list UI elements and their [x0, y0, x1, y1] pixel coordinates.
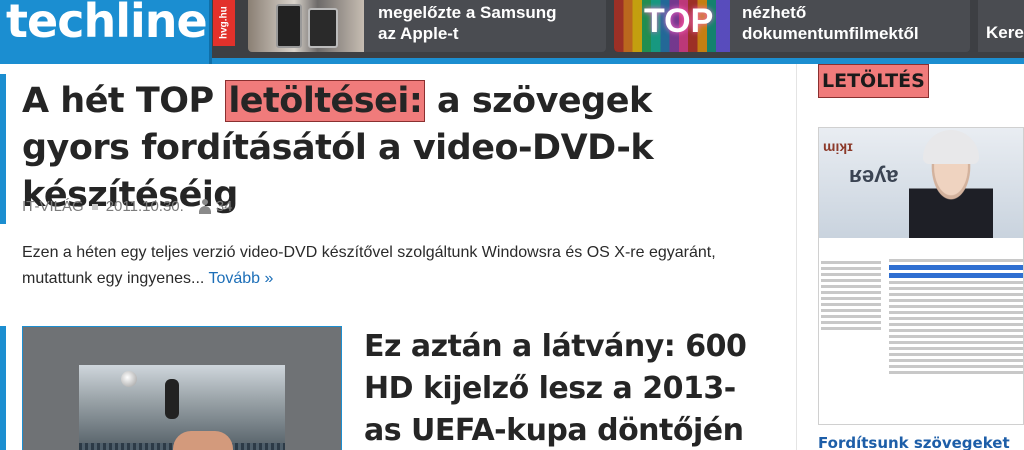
article-title-2[interactable]: Ez aztán a látvány: 600 HD kijelző lesz … [364, 326, 764, 450]
thumb-top-text: TOP [644, 2, 714, 40]
top-news-item-2[interactable]: TOP nézhető dokumentumfilmektől [614, 0, 970, 52]
backdrop-logo: ɯᴉʞɪ [823, 138, 853, 154]
article-date: 2011.10.30. [105, 198, 184, 215]
site-logo[interactable]: techline [0, 0, 212, 64]
article-meta: IT-VILÁG 2011.10.30. 34 [22, 198, 233, 215]
news-headline-1: megelőzte a Samsung az Apple-t [378, 2, 557, 44]
backdrop-text: ʁəʎɐ [849, 162, 899, 187]
player-silhouette [165, 379, 179, 419]
news-line: nézhető [742, 3, 807, 22]
sidebar-section-title[interactable]: LETÖLTÉS [818, 64, 929, 98]
title-highlight: letöltései: [225, 80, 426, 122]
article-photo[interactable] [22, 326, 342, 450]
hand-image [173, 431, 233, 450]
article-accent-bar [0, 74, 6, 224]
user-icon [198, 199, 212, 214]
news-thumbnail-top: TOP [614, 0, 730, 52]
meta-separator [91, 203, 98, 210]
phone-image [276, 4, 302, 48]
top-news-item-1[interactable]: megelőzte a Samsung az Apple-t [248, 0, 606, 52]
screenshot-left-column [821, 258, 881, 333]
hvg-tab[interactable]: hvg.hu [213, 0, 235, 46]
football-icon [121, 371, 137, 387]
news-headline-2: nézhető dokumentumfilmektől [742, 2, 919, 44]
news-headline-3: Kere [986, 23, 1024, 42]
phone-image [308, 8, 338, 48]
news-thumbnail-phones [248, 0, 364, 52]
read-more-link[interactable]: Tovább » [208, 270, 273, 287]
sidebar-article-image[interactable]: ɯᴉʞɪ ʁəʎɐ [818, 127, 1024, 425]
sidebar-article-link[interactable]: Fordítsunk szövegeket [818, 434, 1010, 450]
news-line: dokumentumfilmektől [742, 24, 919, 43]
article-source[interactable]: IT-VILÁG [22, 198, 84, 215]
title-text: A hét TOP [22, 81, 226, 121]
top-news-item-3[interactable]: Kere [978, 0, 1024, 52]
news-line: megelőzte a Samsung [378, 3, 557, 22]
excerpt-text: Ezen a héten egy teljes verzió video-DVD… [22, 244, 716, 287]
press-conference-photo: ɯᴉʞɪ ʁəʎɐ [819, 128, 1023, 238]
screenshot-right-column [889, 256, 1023, 377]
comment-count[interactable]: 34 [216, 198, 233, 215]
sidebar-divider [796, 64, 797, 450]
article-accent-bar [0, 326, 6, 450]
news-line: az Apple-t [378, 24, 459, 43]
article-excerpt: Ezen a héten egy teljes verzió video-DVD… [22, 240, 752, 292]
logo-text: techline [6, 0, 208, 48]
